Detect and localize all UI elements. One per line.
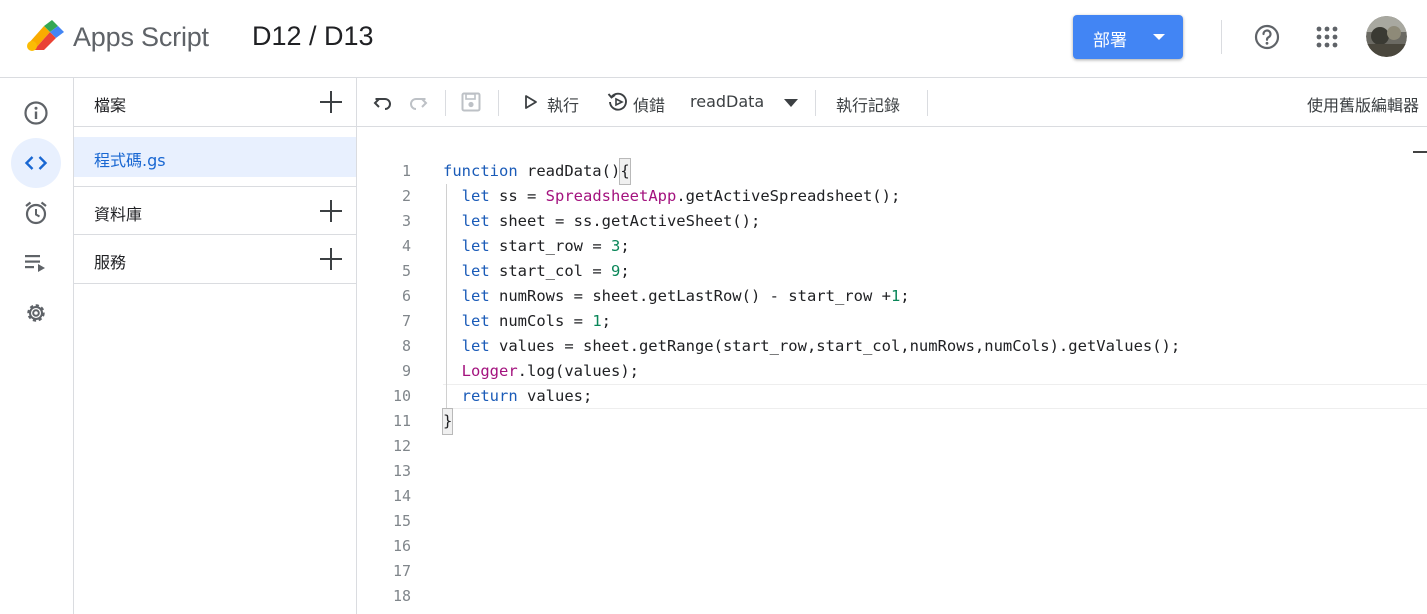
left-nav-rail: [0, 78, 74, 614]
undo-icon[interactable]: [372, 91, 394, 113]
rail-triggers[interactable]: [11, 188, 61, 238]
line-number: 10: [392, 387, 411, 405]
execution-log-button[interactable]: 執行記錄: [836, 92, 900, 116]
services-section-header: 服務: [74, 235, 356, 284]
caret-down-icon[interactable]: [1153, 34, 1165, 40]
line-number: 1: [401, 162, 411, 180]
deploy-button[interactable]: 部署: [1073, 15, 1183, 59]
code-line[interactable]: function readData(){: [443, 158, 1427, 185]
debug-button[interactable]: 偵錯: [633, 92, 665, 116]
code-line[interactable]: return values;: [443, 384, 1427, 409]
code-line[interactable]: let values = sheet.getRange(start_row,st…: [443, 334, 1427, 359]
files-section-header: 檔案: [74, 78, 356, 127]
editor-toolbar: 執行 偵錯 readData 執行記錄 使用舊版編輯器: [357, 78, 1427, 127]
line-number: 3: [401, 212, 411, 230]
toolbar-divider: [927, 90, 928, 116]
code-line[interactable]: let sheet = ss.getActiveSheet();: [443, 209, 1427, 234]
code-line[interactable]: let ss = SpreadsheetApp.getActiveSpreads…: [443, 184, 1427, 209]
rail-overview[interactable]: [11, 88, 61, 138]
add-library-plus-icon[interactable]: [320, 200, 342, 222]
code-line[interactable]: Logger.log(values);: [443, 359, 1427, 384]
rail-editor[interactable]: [11, 138, 61, 188]
use-legacy-editor-link[interactable]: 使用舊版編輯器: [1307, 92, 1419, 116]
libraries-section-header: 資料庫: [74, 186, 356, 235]
file-item-label: 程式碼.gs: [94, 151, 166, 170]
help-icon[interactable]: [1254, 24, 1280, 50]
redo-icon[interactable]: [407, 91, 429, 113]
line-number: 16: [392, 537, 411, 555]
overview-ruler-marker: [1413, 151, 1427, 153]
file-item-code-gs[interactable]: 程式碼.gs: [74, 137, 356, 177]
libraries-section-label: 資料庫: [94, 205, 143, 224]
line-number: 15: [392, 512, 411, 530]
google-apps-grid-icon[interactable]: [1316, 26, 1338, 48]
code-line[interactable]: let numRows = sheet.getLastRow() - start…: [443, 284, 1427, 309]
caret-down-icon[interactable]: [784, 99, 798, 107]
line-number: 18: [392, 587, 411, 605]
debug-icon[interactable]: [607, 91, 629, 113]
line-number: 11: [392, 412, 411, 430]
play-icon[interactable]: [523, 91, 539, 113]
apps-script-logo-icon: [27, 20, 64, 51]
add-file-plus-icon[interactable]: [320, 91, 342, 113]
project-title[interactable]: D12 / D13: [252, 21, 374, 52]
code-lines[interactable]: function readData(){ let ss = Spreadshee…: [441, 158, 1427, 435]
code-line[interactable]: let start_col = 9;: [443, 259, 1427, 284]
line-number: 9: [401, 362, 411, 380]
files-panel: 檔案 程式碼.gs 資料庫 服務: [74, 78, 357, 614]
services-section-label: 服務: [94, 253, 127, 272]
gear-icon: [27, 304, 45, 322]
line-number: 13: [392, 462, 411, 480]
toolbar-divider: [815, 90, 816, 116]
toolbar-divider: [445, 90, 446, 116]
line-number: 17: [392, 562, 411, 580]
toolbar-divider: [498, 90, 499, 116]
code-line[interactable]: let start_row = 3;: [443, 234, 1427, 259]
code-line[interactable]: }: [441, 408, 1427, 435]
add-service-plus-icon[interactable]: [320, 248, 342, 270]
user-avatar[interactable]: [1366, 16, 1407, 57]
line-number-gutter: 1 2 3 4 5 6 7 8 9 10 11 12 13 14 15 16 1…: [357, 159, 411, 609]
rail-settings[interactable]: [11, 288, 61, 338]
line-number: 8: [401, 337, 411, 355]
header-divider: [1221, 20, 1222, 54]
playlist-play-icon: [25, 255, 45, 272]
info-icon: [24, 101, 48, 125]
app-header: Apps Script D12 / D13 部署: [0, 0, 1427, 78]
run-button[interactable]: 執行: [547, 92, 579, 116]
line-number: 14: [392, 487, 411, 505]
line-number: 2: [401, 187, 411, 205]
code-icon: [24, 156, 48, 170]
deploy-label: 部署: [1093, 31, 1127, 51]
files-section-label: 檔案: [94, 96, 127, 115]
function-selector[interactable]: readData: [690, 92, 764, 111]
line-number: 7: [401, 312, 411, 330]
line-number: 12: [392, 437, 411, 455]
rail-executions[interactable]: [11, 238, 61, 288]
line-number: 5: [401, 262, 411, 280]
save-icon[interactable]: [460, 91, 482, 113]
alarm-clock-icon: [25, 201, 47, 225]
code-editor[interactable]: 1 2 3 4 5 6 7 8 9 10 11 12 13 14 15 16 1…: [357, 127, 1427, 614]
app-name[interactable]: Apps Script: [73, 22, 209, 53]
line-number: 4: [401, 237, 411, 255]
line-number: 6: [401, 287, 411, 305]
code-line[interactable]: let numCols = 1;: [443, 309, 1427, 334]
